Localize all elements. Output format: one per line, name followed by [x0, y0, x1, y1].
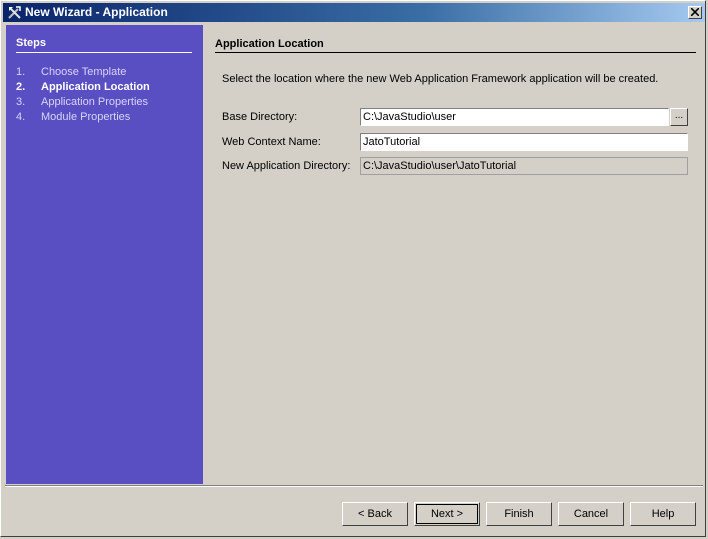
- finish-button[interactable]: Finish: [486, 502, 552, 526]
- step-module-properties: 4. Module Properties: [16, 111, 131, 123]
- panel-description: Select the location where the new Web Ap…: [222, 73, 659, 85]
- next-button[interactable]: Next >: [414, 502, 480, 526]
- button-bar-separator: [5, 485, 703, 487]
- content-panel: Application Location Select the location…: [203, 25, 705, 484]
- web-context-label: Web Context Name:: [222, 136, 321, 148]
- steps-divider: [16, 52, 192, 53]
- step-choose-template: 1. Choose Template: [16, 66, 127, 78]
- cancel-button[interactable]: Cancel: [558, 502, 624, 526]
- close-button[interactable]: [688, 6, 702, 19]
- steps-list: 1. Choose Template 2. Application Location…: [16, 65, 150, 125]
- close-icon: [691, 8, 699, 16]
- wizard-window: New Wizard - Application Steps 1. Choose …: [0, 0, 706, 537]
- panel-heading: Application Location: [215, 38, 324, 50]
- base-directory-input[interactable]: C:\JavaStudio\user: [360, 108, 669, 126]
- web-context-input[interactable]: JatoTutorial: [360, 133, 688, 151]
- step-application-properties: 3. Application Properties: [16, 96, 149, 108]
- back-button[interactable]: < Back: [342, 502, 408, 526]
- help-button[interactable]: Help: [630, 502, 696, 526]
- steps-heading: Steps: [16, 37, 46, 49]
- window-title: New Wizard - Application: [25, 5, 168, 19]
- app-directory-label: New Application Directory:: [222, 160, 351, 172]
- panel-divider: [215, 52, 696, 53]
- app-directory-field: C:\JavaStudio\user\JatoTutorial: [360, 157, 688, 175]
- base-directory-label: Base Directory:: [222, 111, 298, 123]
- title-bar[interactable]: New Wizard - Application: [3, 3, 705, 22]
- wizard-tools-icon: [8, 6, 21, 19]
- steps-panel: Steps 1. Choose Template 2. Application Lo…: [6, 25, 203, 484]
- step-application-location: 2. Application Location: [16, 81, 150, 93]
- browse-button[interactable]: ...: [670, 108, 688, 126]
